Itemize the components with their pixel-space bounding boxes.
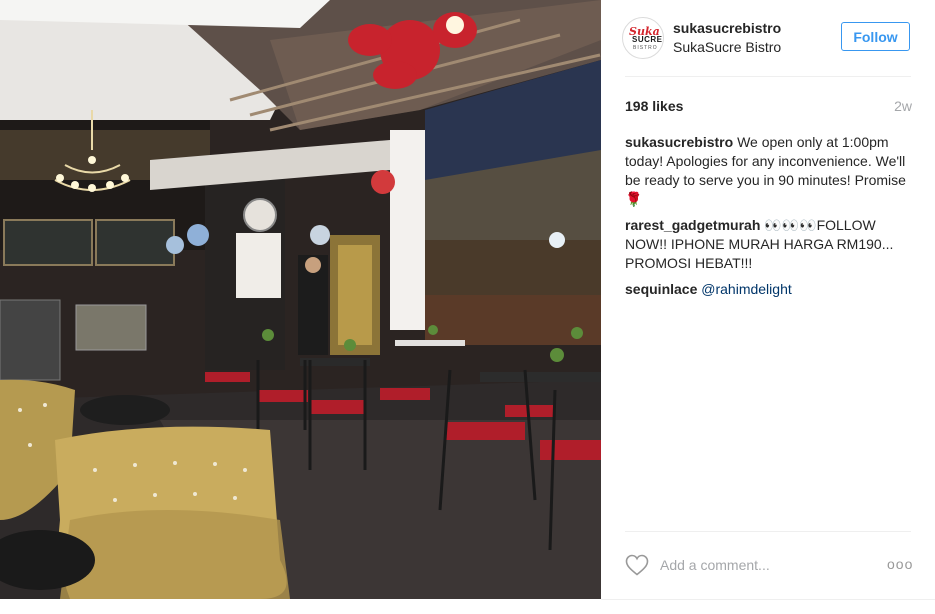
- follow-button[interactable]: Follow: [841, 22, 910, 51]
- avatar-logo-line2: SUCRE: [632, 35, 663, 44]
- post-timestamp[interactable]: 2w: [894, 98, 912, 114]
- comment-username-link[interactable]: rarest_gadgetmurah: [625, 217, 760, 233]
- post-sidebar: Suka SUCRE BISTRO sukasucrebistro SukaSu…: [601, 0, 935, 600]
- comment-item: rarest_gadgetmurah 👀👀👀FOLLOW NOW!! IPHON…: [625, 216, 915, 273]
- add-comment-input[interactable]: Add a comment...: [660, 557, 770, 573]
- cafe-interior-image: [0, 0, 601, 599]
- comment-username-link[interactable]: sequinlace: [625, 281, 697, 297]
- comment-username-link[interactable]: sukasucrebistro: [625, 134, 733, 150]
- avatar-logo-line3: BISTRO: [633, 45, 658, 51]
- more-options-icon[interactable]: ooo: [887, 556, 913, 572]
- heart-outline-icon[interactable]: [625, 554, 649, 576]
- comment-item: sukasucrebistro We open only at 1:00pm t…: [625, 133, 915, 209]
- post-header: Suka SUCRE BISTRO sukasucrebistro SukaSu…: [601, 0, 935, 76]
- comments-list: sukasucrebistro We open only at 1:00pm t…: [625, 133, 915, 306]
- header-username-link[interactable]: sukasucrebistro: [673, 20, 781, 36]
- avatar[interactable]: Suka SUCRE BISTRO: [622, 17, 664, 59]
- comment-mention-link[interactable]: @rahimdelight: [701, 281, 791, 297]
- comment-item: sequinlace @rahimdelight: [625, 280, 915, 299]
- post-photo[interactable]: [0, 0, 601, 599]
- comment-box-divider: [625, 531, 911, 532]
- add-comment-row: Add a comment... ooo: [625, 546, 915, 586]
- header-divider: [625, 76, 911, 77]
- header-fullname: SukaSucre Bistro: [673, 39, 782, 55]
- likes-count[interactable]: 198 likes: [625, 98, 683, 114]
